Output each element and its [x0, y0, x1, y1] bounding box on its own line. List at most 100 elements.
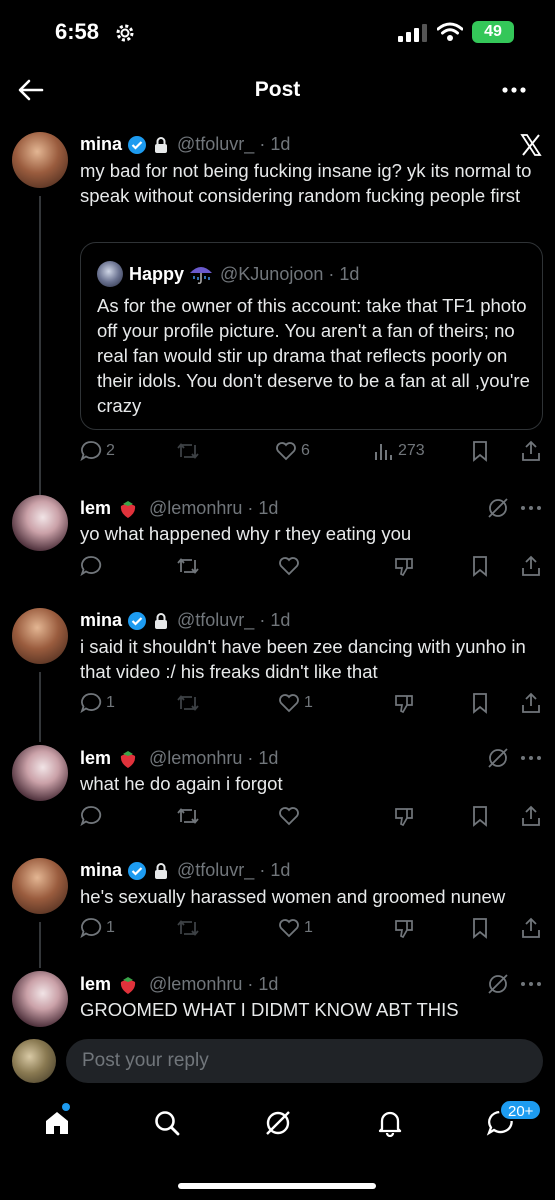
like-button[interactable] — [278, 805, 300, 827]
avatar[interactable] — [12, 858, 68, 914]
user-handle[interactable]: @lemonhru — [149, 498, 242, 519]
thread-line — [39, 922, 41, 968]
user-name[interactable]: mina — [80, 134, 122, 155]
avatar[interactable] — [12, 745, 68, 801]
more-icon[interactable] — [520, 751, 542, 765]
bookmark-button[interactable] — [470, 555, 490, 577]
grok-icon[interactable] — [487, 497, 509, 519]
bookmark-icon — [473, 806, 487, 827]
retweet-icon — [177, 920, 199, 936]
avatar[interactable] — [12, 495, 68, 551]
quote-meta: Happy @KJunojoon · 1d — [97, 261, 359, 287]
reply-input[interactable]: Post your reply — [66, 1039, 543, 1083]
like-icon — [279, 807, 299, 826]
verified-icon — [128, 611, 147, 630]
like-button[interactable]: 1 — [278, 917, 313, 939]
user-handle[interactable]: @lemonhru — [149, 974, 242, 995]
share-icon — [522, 917, 540, 938]
reply-button[interactable]: 1 — [80, 692, 115, 714]
bookmark-icon — [473, 556, 487, 577]
retweet-button[interactable] — [176, 805, 200, 827]
bookmark-button[interactable] — [470, 440, 490, 462]
like-button[interactable]: 6 — [275, 440, 310, 462]
strawberry-icon — [120, 977, 136, 994]
tweet-text: GROOMED WHAT I DIDMT KNOW ABT THIS — [80, 999, 459, 1020]
downvote-icon — [395, 558, 413, 577]
user-handle[interactable]: @lemonhru — [149, 748, 242, 769]
strawberry-icon — [120, 751, 136, 768]
like-icon — [276, 442, 296, 461]
grok-icon[interactable] — [487, 747, 509, 769]
retweet-icon — [177, 808, 199, 824]
reply-count: 1 — [106, 919, 115, 936]
user-handle[interactable]: @tfoluvr_ — [177, 860, 254, 881]
tweet-text: yo what happened why r they eating you — [80, 523, 412, 544]
downvote-button[interactable] — [393, 805, 415, 827]
tweet-meta: mina @tfoluvr_ · 1d — [80, 860, 291, 881]
my-avatar[interactable] — [12, 1039, 56, 1083]
share-button[interactable] — [520, 440, 542, 462]
umbrella-icon — [190, 267, 213, 285]
retweet-button[interactable] — [176, 917, 200, 939]
downvote-icon — [395, 808, 413, 827]
retweet-icon — [177, 443, 199, 459]
like-button[interactable]: 1 — [278, 692, 313, 714]
search-icon[interactable] — [153, 1109, 181, 1137]
user-handle[interactable]: @tfoluvr_ — [177, 610, 254, 631]
views-button[interactable]: 273 — [374, 440, 425, 462]
share-button[interactable] — [520, 555, 542, 577]
downvote-button[interactable] — [393, 917, 415, 939]
downvote-button[interactable] — [393, 555, 415, 577]
bookmark-button[interactable] — [470, 805, 490, 827]
home-icon[interactable] — [43, 1109, 71, 1137]
user-name[interactable]: mina — [80, 610, 122, 631]
grok-icon[interactable] — [487, 973, 509, 995]
reply-icon — [80, 693, 102, 714]
like-count: 1 — [304, 919, 313, 936]
like-button[interactable] — [278, 555, 300, 577]
more-icon[interactable] — [520, 977, 542, 991]
reply-button[interactable] — [80, 555, 102, 577]
avatar[interactable] — [12, 132, 68, 188]
share-button[interactable] — [520, 805, 542, 827]
more-icon[interactable] — [520, 501, 542, 515]
retweet-button[interactable] — [176, 555, 200, 577]
avatar[interactable] — [12, 608, 68, 664]
reply-button[interactable]: 1 — [80, 917, 115, 939]
user-name[interactable]: lem — [80, 974, 111, 995]
user-name[interactable]: lem — [80, 748, 111, 769]
wifi-icon — [437, 22, 463, 41]
status-bar: 6:58 49 — [0, 0, 555, 66]
user-handle[interactable]: @tfoluvr_ — [177, 134, 254, 155]
timestamp: 1d — [270, 134, 291, 154]
thread-line — [39, 196, 41, 496]
share-icon — [522, 440, 540, 461]
reply-button[interactable]: 2 — [80, 440, 115, 462]
verified-icon — [128, 861, 147, 880]
bookmark-button[interactable] — [470, 692, 490, 714]
reply-button[interactable] — [80, 805, 102, 827]
quote-text: As for the owner of this account: take t… — [97, 295, 530, 416]
retweet-button[interactable] — [176, 440, 200, 462]
downvote-button[interactable] — [393, 692, 415, 714]
bell-icon[interactable] — [376, 1109, 404, 1137]
avatar[interactable] — [12, 971, 68, 1027]
quoted-tweet[interactable]: Happy @KJunojoon · 1d As for the owner o… — [80, 242, 543, 430]
reply-icon — [80, 806, 102, 827]
tweet[interactable]: lem @lemonhru · 1d GROOMED WHAT I DIDMT … — [0, 971, 555, 1029]
user-name[interactable]: mina — [80, 860, 122, 881]
share-icon — [522, 805, 540, 826]
reply-count: 2 — [106, 442, 115, 459]
tweet-actions: 2 6 273 — [80, 440, 545, 470]
status-time: 6:58 — [55, 19, 100, 44]
timestamp: 1d — [270, 860, 291, 880]
retweet-button[interactable] — [176, 692, 200, 714]
bookmark-button[interactable] — [470, 917, 490, 939]
user-name[interactable]: lem — [80, 498, 111, 519]
share-button[interactable] — [520, 917, 542, 939]
share-button[interactable] — [520, 692, 542, 714]
grok-icon[interactable] — [264, 1109, 292, 1137]
more-icon[interactable] — [501, 78, 527, 102]
lock-icon — [155, 862, 168, 879]
tweet-meta: mina @tfoluvr_ · 1d — [80, 134, 291, 155]
